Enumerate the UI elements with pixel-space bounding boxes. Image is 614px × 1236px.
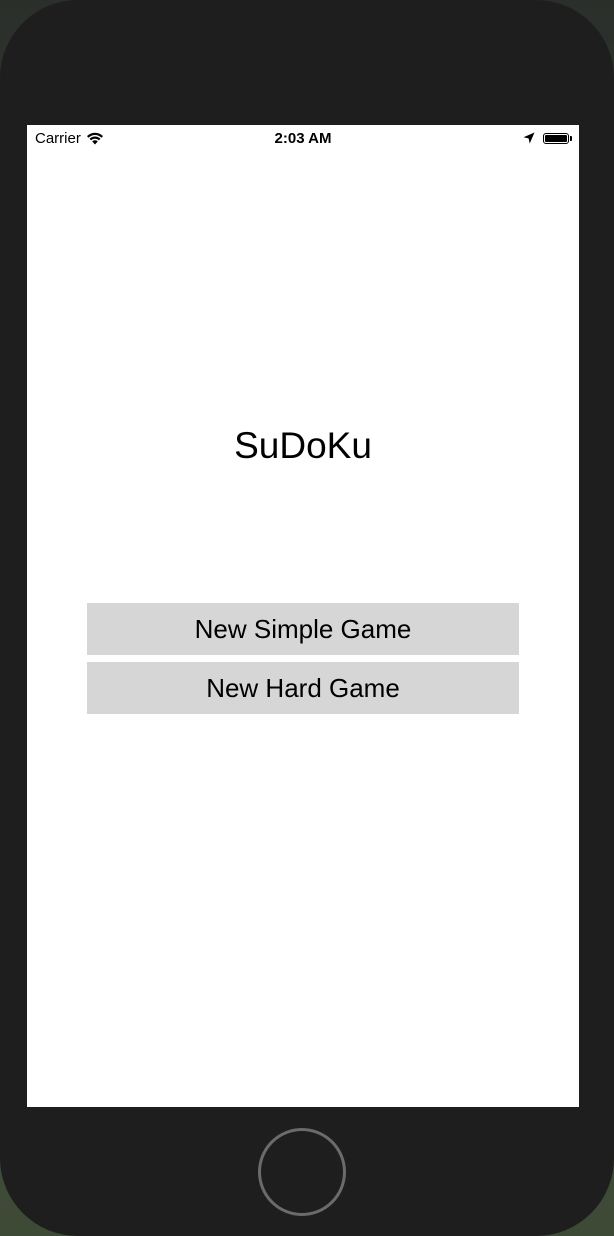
app-title: SuDoKu bbox=[234, 425, 372, 466]
status-bar: Carrier 2:03 AM bbox=[27, 125, 579, 153]
battery-icon bbox=[543, 133, 573, 146]
device-screen: Carrier 2:03 AM SuDoKu New Simple Game N… bbox=[27, 125, 579, 1107]
status-time: 2:03 AM bbox=[274, 130, 332, 147]
device-frame: Carrier 2:03 AM SuDoKu New Simple Game N… bbox=[0, 0, 614, 1236]
location-arrow-icon bbox=[523, 131, 535, 148]
new-simple-game-button[interactable]: New Simple Game bbox=[87, 603, 519, 655]
home-button[interactable] bbox=[258, 1128, 346, 1216]
new-hard-game-button[interactable]: New Hard Game bbox=[87, 662, 519, 714]
status-right-group bbox=[523, 131, 573, 148]
